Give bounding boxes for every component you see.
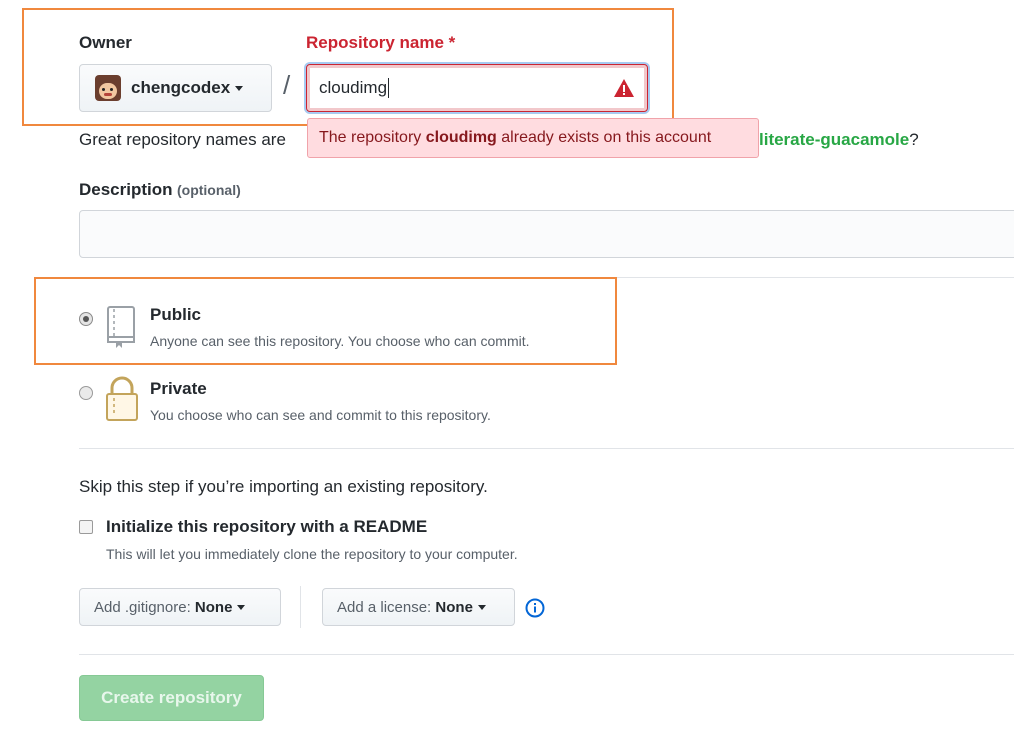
gitignore-prefix: Add .gitignore: (94, 598, 191, 616)
public-description: Anyone can see this repository. You choo… (150, 333, 530, 349)
license-prefix: Add a license: (337, 598, 432, 616)
readme-description: This will let you immediately clone the … (106, 546, 518, 562)
visibility-private-option[interactable]: Private You choose who can see and commi… (79, 376, 609, 428)
owner-dropdown[interactable]: chengcodex (79, 64, 272, 112)
repo-name-label-text: Repository name (306, 33, 444, 52)
description-label: Description (optional) (79, 180, 241, 200)
private-description: You choose who can see and commit to thi… (150, 407, 491, 423)
error-tooltip: The repository cloudimg already exists o… (307, 118, 759, 158)
description-input[interactable] (79, 210, 1014, 258)
readme-label[interactable]: Initialize this repository with a README (106, 517, 427, 537)
repo-name-label: Repository name * (306, 33, 455, 53)
info-icon[interactable] (525, 598, 545, 623)
suggestion-text: Great repository names are (79, 130, 286, 150)
divider-3 (79, 654, 1014, 655)
text-cursor (388, 78, 390, 98)
license-dropdown[interactable]: Add a license: None (322, 588, 515, 626)
private-title: Private (150, 379, 207, 398)
visibility-public-option[interactable]: Public Anyone can see this repository. Y… (79, 302, 609, 354)
description-optional: (optional) (176, 182, 241, 198)
suggestion-prefix: Great repository names are (79, 130, 286, 149)
warning-icon (613, 78, 635, 103)
repo-name-value: cloudimg (319, 78, 388, 97)
license-value: None (435, 598, 473, 616)
chevron-down-icon (235, 85, 244, 91)
owner-label: Owner (79, 33, 132, 52)
required-mark: * (448, 33, 456, 52)
public-title: Public (150, 305, 202, 324)
owner-repo-separator: / (283, 70, 291, 100)
repo-name-input[interactable]: cloudimg (306, 64, 648, 112)
lock-icon (104, 376, 140, 427)
dropdown-divider (300, 586, 301, 628)
radio-dot (83, 316, 89, 322)
repo-book-icon (104, 305, 140, 354)
error-prefix: The repository (319, 129, 422, 146)
error-repo-name: cloudimg (425, 129, 497, 146)
owner-username: chengcodex (131, 78, 231, 97)
suggested-name-link[interactable]: literate-guacamole (759, 130, 909, 149)
gitignore-dropdown[interactable]: Add .gitignore: None (79, 588, 281, 626)
readme-checkbox[interactable] (79, 520, 93, 534)
divider-2 (79, 448, 1014, 449)
suggestion-suffix: ? (909, 130, 919, 149)
avatar (95, 75, 121, 101)
import-note: Skip this step if you’re importing an ex… (79, 477, 488, 496)
description-label-text: Description (79, 180, 173, 199)
create-repository-button[interactable]: Create repository (79, 675, 264, 721)
public-radio[interactable] (79, 312, 93, 326)
private-radio[interactable] (79, 386, 93, 400)
gitignore-value: None (194, 598, 233, 616)
error-suffix: already exists on this account (501, 129, 712, 146)
chevron-down-icon (477, 604, 486, 610)
suggestion-name-line: literate-guacamole? (759, 130, 919, 150)
chevron-down-icon (237, 604, 246, 610)
